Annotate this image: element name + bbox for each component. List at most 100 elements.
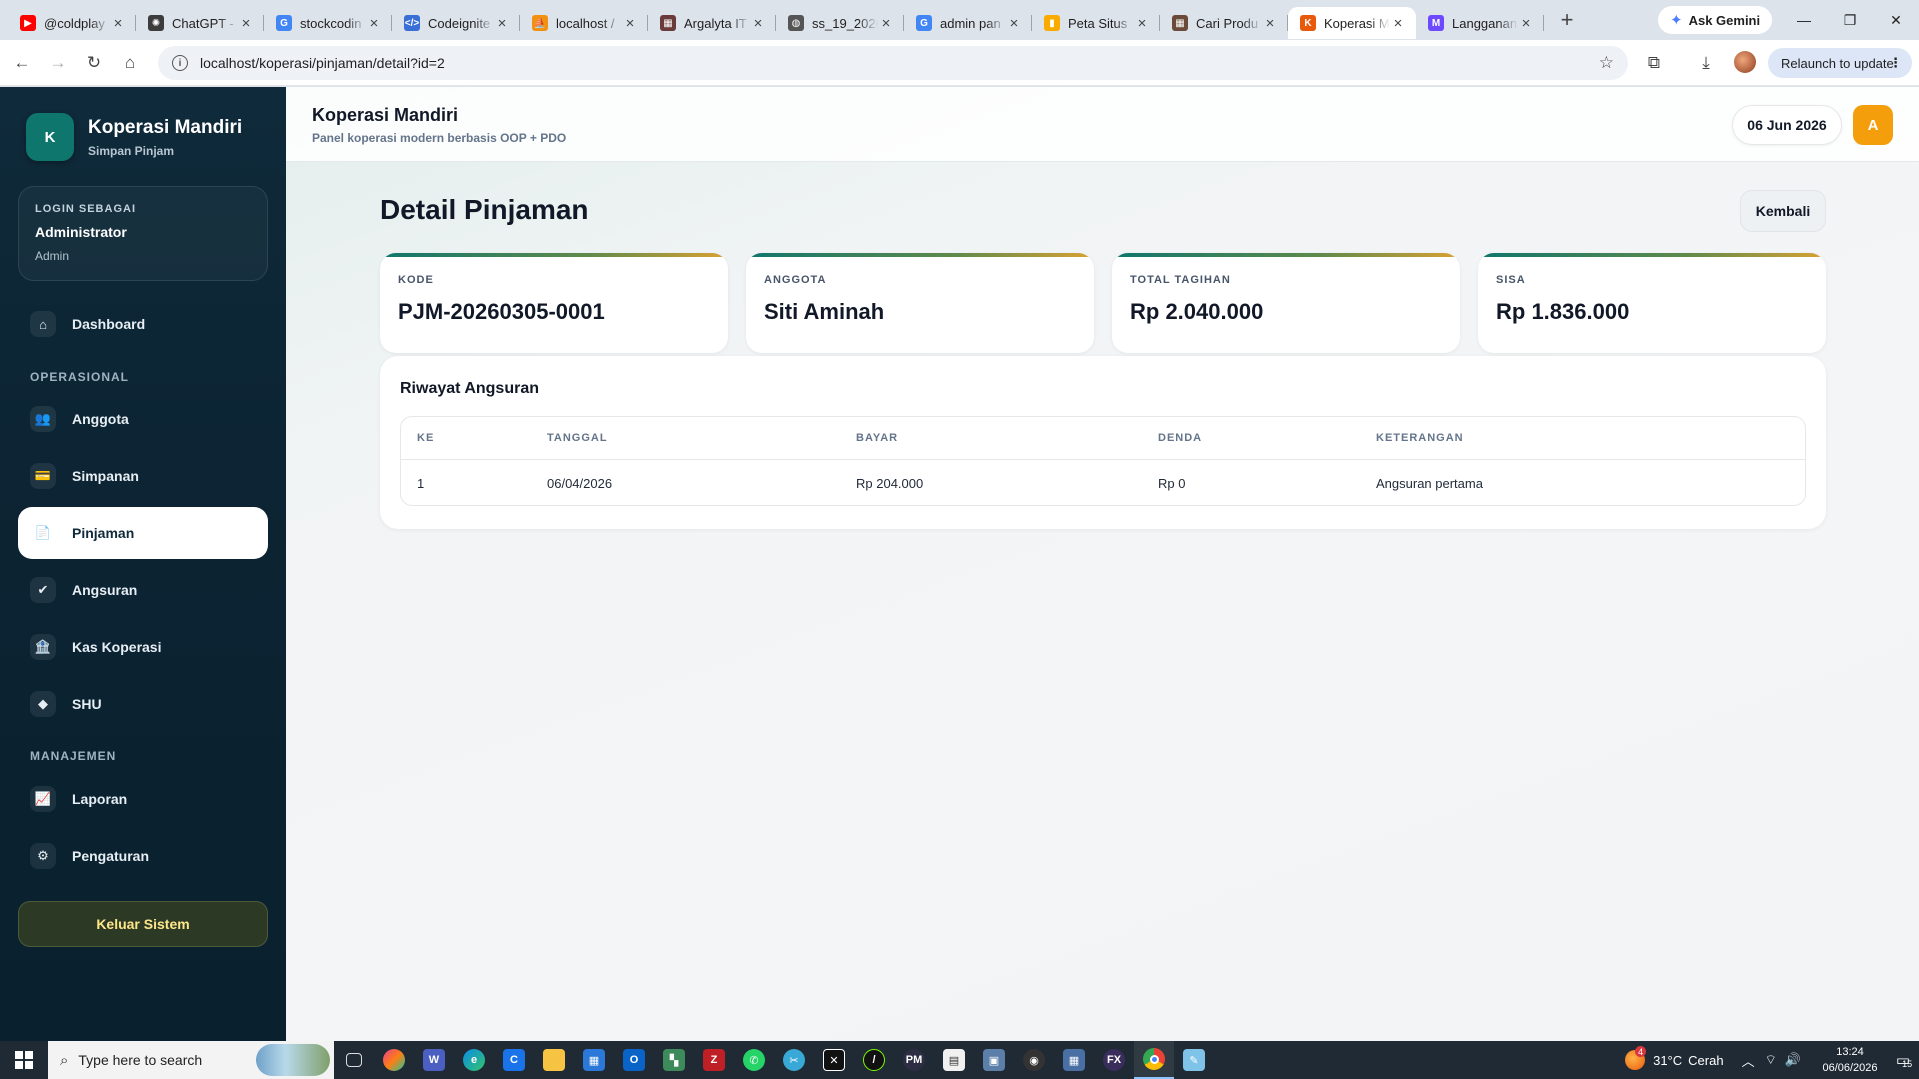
calculator-icon[interactable]: ▦: [1054, 1041, 1094, 1079]
profile-avatar[interactable]: [1734, 51, 1756, 73]
restore-window-button[interactable]: ❐: [1827, 0, 1873, 40]
relaunch-to-update-button[interactable]: Relaunch to update ⋮: [1768, 48, 1912, 78]
chevron-up-icon[interactable]: ︿: [1742, 1051, 1755, 1070]
browser-tab[interactable]: ▶ @coldplay ×: [8, 7, 136, 39]
close-window-button[interactable]: ✕: [1873, 0, 1919, 40]
sidebar-item-dashboard[interactable]: ⌂ Dashboard: [18, 298, 268, 350]
volume-icon[interactable]: 🔊: [1785, 1052, 1801, 1068]
browser-tab[interactable]: </> Codeignite ×: [392, 7, 520, 39]
browser-tab[interactable]: ▦ Cari Produ ×: [1160, 7, 1288, 39]
notifications-button[interactable]: ▭ 15: [1889, 1041, 1919, 1079]
cell-keterangan: Angsuran pertama: [1376, 476, 1483, 491]
login-info-card: LOGIN SEBAGAI Administrator Admin: [18, 186, 268, 281]
chrome-icon[interactable]: [1134, 1041, 1174, 1079]
taskbar-clock[interactable]: 13:24 06/06/2026: [1811, 1044, 1889, 1076]
close-tab-icon[interactable]: ×: [878, 15, 894, 32]
sidebar-item-kas-koperasi[interactable]: 🏦 Kas Koperasi: [18, 621, 268, 673]
minimize-window-button[interactable]: —: [1781, 0, 1827, 40]
browser-tab[interactable]: ⛵ localhost / ×: [520, 7, 648, 39]
outlook-icon[interactable]: O: [614, 1041, 654, 1079]
home-icon: ⌂: [30, 311, 56, 337]
file-explorer-icon[interactable]: [534, 1041, 574, 1079]
ask-gemini-button[interactable]: ✦ Ask Gemini: [1658, 6, 1773, 34]
start-button[interactable]: [0, 1041, 48, 1079]
installment-table: KE TANGGAL BAYAR DENDA KETERANGAN 1 06/0…: [400, 416, 1806, 506]
close-tab-icon[interactable]: ×: [750, 15, 766, 32]
close-tab-icon[interactable]: ×: [494, 15, 510, 32]
browser-toolbar: ← → ↻ ⌂ i localhost/koperasi/pinjaman/de…: [0, 40, 1919, 86]
back-arrow-icon[interactable]: ←: [4, 45, 40, 81]
sidebar-item-simpanan[interactable]: 💳 Simpanan: [18, 450, 268, 502]
task-view-icon[interactable]: [334, 1041, 374, 1079]
close-tab-icon[interactable]: ×: [238, 15, 254, 32]
user-avatar[interactable]: A: [1853, 105, 1893, 145]
close-tab-icon[interactable]: ×: [1134, 15, 1150, 32]
bookmark-star-icon[interactable]: ☆: [1599, 53, 1614, 73]
search-placeholder: Type here to search: [78, 1052, 203, 1068]
browser-tab[interactable]: ▮ Peta Situs ×: [1032, 7, 1160, 39]
sidebar-item-laporan[interactable]: 📈 Laporan: [18, 773, 268, 825]
close-tab-icon[interactable]: ×: [1518, 15, 1534, 32]
sidebar-item-label: Angsuran: [72, 582, 138, 598]
notepad-icon[interactable]: ▤: [934, 1041, 974, 1079]
stat-label: TOTAL TAGIHAN: [1130, 274, 1231, 286]
stat-label: SISA: [1496, 274, 1526, 286]
reload-icon[interactable]: ↻: [76, 45, 112, 81]
forward-arrow-icon[interactable]: →: [40, 45, 76, 81]
download-icon[interactable]: ⤓: [1688, 45, 1724, 81]
close-tab-icon[interactable]: ×: [1262, 15, 1278, 32]
close-tab-icon[interactable]: ×: [1006, 15, 1022, 32]
edge-icon[interactable]: e: [454, 1041, 494, 1079]
app-icon-tiles[interactable]: ▚: [654, 1041, 694, 1079]
home-icon[interactable]: ⌂: [112, 45, 148, 81]
back-button[interactable]: Kembali: [1740, 190, 1826, 232]
close-tab-icon[interactable]: ×: [366, 15, 382, 32]
capcut-icon[interactable]: ✕: [814, 1041, 854, 1079]
app-icon-c[interactable]: C: [494, 1041, 534, 1079]
sidebar-item-shu[interactable]: ◆ SHU: [18, 678, 268, 730]
browser-tab[interactable]: ◍ ss_19_2026 ×: [776, 7, 904, 39]
browser-tab[interactable]: ✺ ChatGPT - ×: [136, 7, 264, 39]
sidebar-item-pinjaman[interactable]: 📄 Pinjaman: [18, 507, 268, 559]
app-icon-pm[interactable]: PM: [894, 1041, 934, 1079]
whatsapp-icon[interactable]: ✆: [734, 1041, 774, 1079]
ask-gemini-label: Ask Gemini: [1688, 12, 1761, 28]
app-icon-color[interactable]: [374, 1041, 414, 1079]
youtube-icon: ▶: [20, 15, 36, 31]
taskbar-search[interactable]: ⌕ Type here to search: [48, 1041, 334, 1079]
app-icon-teams[interactable]: W: [414, 1041, 454, 1079]
new-tab-button[interactable]: +: [1552, 5, 1582, 35]
browser-tab[interactable]: ▦ Argalyta IT ×: [648, 7, 776, 39]
app-icon-snip[interactable]: ✂: [774, 1041, 814, 1079]
code-icon: </>: [404, 15, 420, 31]
obs-icon[interactable]: ◉: [1014, 1041, 1054, 1079]
stat-value: Rp 1.836.000: [1496, 299, 1630, 324]
browser-tab[interactable]: M Langganan ×: [1416, 7, 1544, 39]
app-icon-sketch[interactable]: ✎: [1174, 1041, 1214, 1079]
filezilla-icon[interactable]: Z: [694, 1041, 734, 1079]
weather-icon[interactable]: 4: [1625, 1046, 1647, 1070]
browser-tab[interactable]: Gadmin pan ×: [904, 7, 1032, 39]
browser-tab[interactable]: K Koperasi M ×: [1288, 7, 1416, 39]
sidebar-item-angsuran[interactable]: ✔ Angsuran: [18, 564, 268, 616]
app-icon-fx[interactable]: FX: [1094, 1041, 1134, 1079]
sidebar-item-anggota[interactable]: 👥 Anggota: [18, 393, 268, 445]
site-info-icon[interactable]: i: [172, 55, 188, 71]
extensions-icon[interactable]: ⧉: [1636, 45, 1672, 81]
network-icon[interactable]: ⌔: [1765, 1052, 1777, 1068]
close-tab-icon[interactable]: ×: [110, 15, 126, 32]
close-tab-icon[interactable]: ×: [622, 15, 638, 32]
close-tab-icon[interactable]: ×: [1390, 15, 1406, 32]
column-header-denda: DENDA: [1158, 432, 1203, 444]
logout-button[interactable]: Keluar Sistem: [18, 901, 268, 947]
stat-card-sisa: SISA Rp 1.836.000: [1478, 253, 1826, 353]
app-icon-remote[interactable]: ▣: [974, 1041, 1014, 1079]
app-icon-tool[interactable]: /: [854, 1041, 894, 1079]
section-operasional: OPERASIONAL: [30, 370, 130, 384]
store-icon[interactable]: ▦: [574, 1041, 614, 1079]
windows-taskbar: ⌕ Type here to search W e C ▦ O ▚ Z ✆ ✂ …: [0, 1041, 1919, 1079]
address-bar[interactable]: i localhost/koperasi/pinjaman/detail?id=…: [158, 46, 1628, 80]
browser-tab[interactable]: Gstockcodin ×: [264, 7, 392, 39]
sidebar-item-pengaturan[interactable]: ⚙ Pengaturan: [18, 830, 268, 882]
login-label: LOGIN SEBAGAI: [35, 203, 137, 215]
